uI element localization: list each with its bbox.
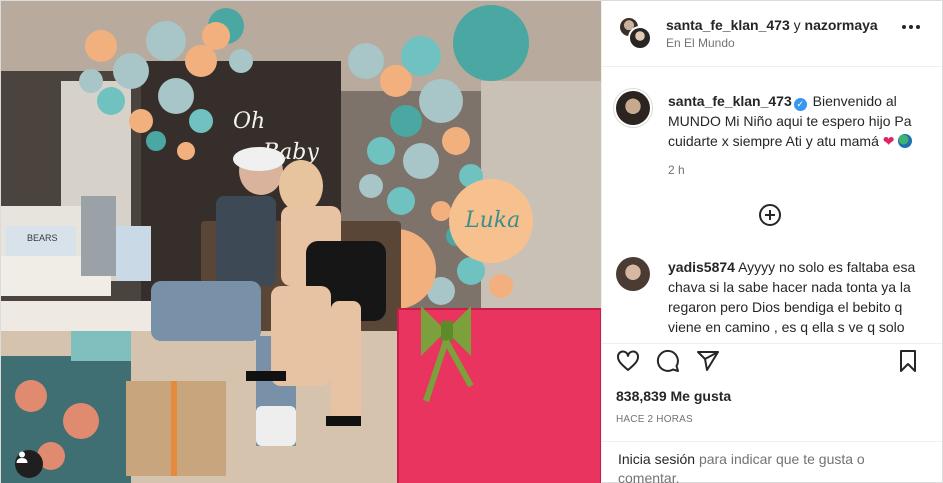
- photo-illustration: Oh Baby Luka BEARS: [1, 1, 601, 483]
- caption: santa_fe_klan_473 ✓ Bienvenido al MUNDO M…: [602, 67, 942, 177]
- list-item: yadis5874 Ayyyy no solo es faltaba esa c…: [616, 257, 932, 337]
- share-icon[interactable]: [696, 349, 720, 373]
- neon-sign-oh: Oh: [233, 109, 265, 134]
- like-count[interactable]: 838,839 Me gusta: [616, 388, 928, 404]
- caption-content: santa_fe_klan_473 ✓ Bienvenido al MUNDO M…: [650, 91, 928, 177]
- load-more-comments-button[interactable]: [758, 203, 782, 227]
- bag-label-bears: BEARS: [27, 233, 58, 243]
- more-options-dot: [916, 25, 920, 29]
- comment-icon[interactable]: [656, 349, 680, 373]
- post-timestamp[interactable]: HACE 2 HORAS: [616, 414, 928, 425]
- caption-username-link[interactable]: santa_fe_klan_473: [668, 93, 792, 109]
- post-photo[interactable]: Oh Baby Luka BEARS: [1, 1, 601, 483]
- more-options-dot: [909, 25, 913, 29]
- globe-emoji-icon: [898, 134, 913, 148]
- caption-time[interactable]: 2 h: [668, 163, 928, 177]
- post-side-panel: santa_fe_klan_473 y nazormaya En El Mund…: [601, 1, 942, 483]
- comment-body: yadis5874 Ayyyy no solo es faltaba esa c…: [668, 257, 932, 337]
- heart-emoji: ❤: [882, 133, 895, 149]
- login-link[interactable]: Inicia sesión: [618, 451, 695, 467]
- post-actions: 838,839 Me gusta HACE 2 HORAS: [602, 343, 942, 425]
- user-tag-icon: [16, 451, 28, 463]
- header-joiner: y: [793, 16, 801, 33]
- balloon-name-luka: Luka: [464, 208, 520, 233]
- header-text: santa_fe_klan_473 y nazormaya En El Mund…: [666, 16, 878, 52]
- collab-avatars[interactable]: [616, 14, 656, 54]
- user-tag-button[interactable]: [15, 450, 43, 478]
- avatar[interactable]: [628, 25, 652, 50]
- comment-username-link[interactable]: yadis5874: [668, 259, 735, 275]
- location-link[interactable]: En El Mundo: [666, 34, 878, 52]
- verified-icon: ✓: [793, 98, 807, 111]
- comments-area[interactable]: santa_fe_klan_473 ✓ Bienvenido al MUNDO M…: [602, 67, 942, 343]
- action-bar: [616, 346, 928, 376]
- caption-body: santa_fe_klan_473 ✓ Bienvenido al MUNDO M…: [668, 91, 928, 151]
- heart-icon[interactable]: [616, 349, 640, 373]
- avatar[interactable]: [616, 257, 650, 291]
- more-options-button[interactable]: [902, 25, 920, 29]
- header-username-link[interactable]: santa_fe_klan_473: [666, 17, 790, 33]
- avatar[interactable]: [616, 91, 650, 125]
- header-collaborator-link[interactable]: nazormaya: [805, 17, 878, 33]
- bookmark-icon[interactable]: [896, 349, 920, 373]
- post-header: santa_fe_klan_473 y nazormaya En El Mund…: [602, 1, 942, 67]
- post-dialog: Oh Baby Luka BEARS santa_fe_klan_473 y n…: [0, 0, 943, 483]
- login-prompt: Inicia sesión para indicar que te gusta …: [602, 441, 942, 483]
- load-more-comments-icon: [759, 204, 781, 226]
- header-usernames: santa_fe_klan_473 y nazormaya: [666, 16, 878, 34]
- pink-gift-box: [397, 306, 601, 483]
- more-options-icon: [902, 25, 906, 29]
